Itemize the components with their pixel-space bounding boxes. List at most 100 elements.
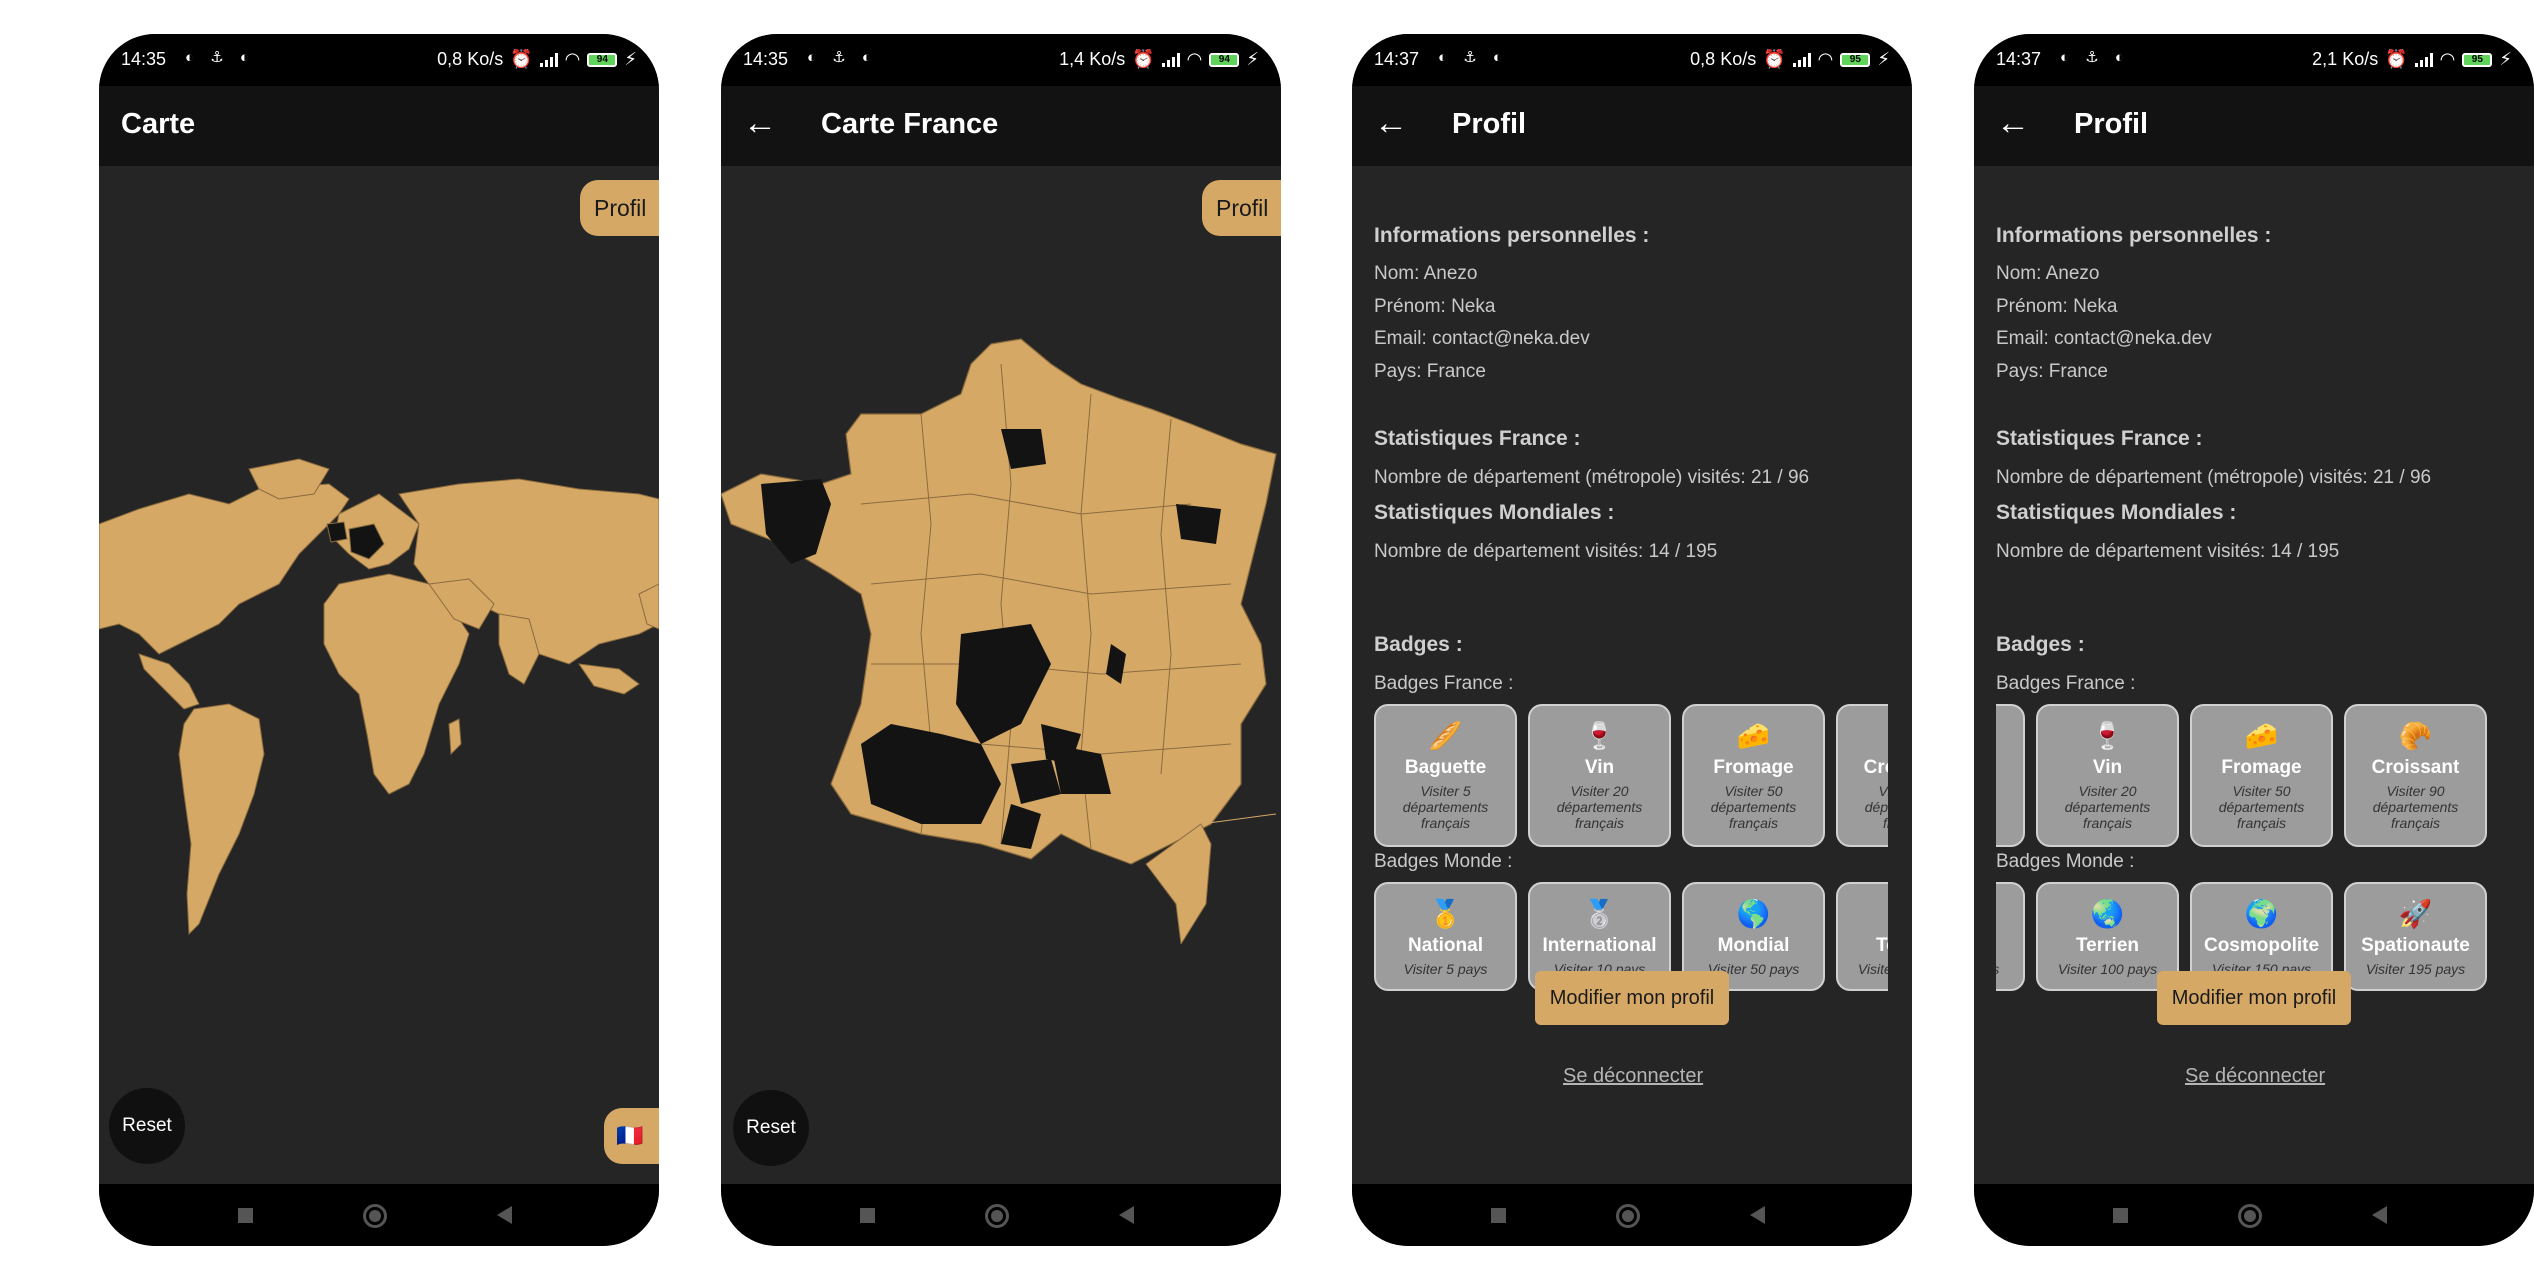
badge-name: Baguette xyxy=(1996,757,2023,779)
globe-americas-icon: 🌎 xyxy=(1736,899,1771,929)
system-nav-bar xyxy=(1974,1184,2534,1246)
badge-card[interactable]: 🌎 Mondial Visiter 50 pays xyxy=(1996,882,2025,991)
badge-name: Terrien xyxy=(2075,935,2139,956)
badges-france-carousel[interactable]: 🥖 Baguette Visiter 5 départements frança… xyxy=(1996,704,2510,849)
home-icon[interactable] xyxy=(2238,1204,2262,1228)
network-speed: 0,8 Ko/s xyxy=(437,49,504,69)
world-map[interactable] xyxy=(99,454,659,954)
badge-card[interactable]: 🧀 Fromage Visiter 50 départements frança… xyxy=(2190,704,2333,847)
profile-button[interactable]: Profil xyxy=(1202,180,1281,236)
back-arrow-icon[interactable]: ← xyxy=(743,104,777,143)
badge-card[interactable]: 🌏 Terrien Visiter 100 pays xyxy=(1836,882,1888,991)
badge-card[interactable]: 🥇 National Visiter 5 pays xyxy=(1374,882,1517,991)
badge-desc: Visiter 20 départements français xyxy=(2064,783,2151,831)
badge-name: Vin xyxy=(1584,757,1615,778)
back-arrow-icon[interactable]: ← xyxy=(1374,104,1408,143)
globe-americas-icon: 🌎 xyxy=(1996,898,2023,930)
stats-world-heading: Statistiques Mondiales : xyxy=(1996,501,2237,524)
badges-france-label: Badges France : xyxy=(1996,673,2136,694)
phone-france-map: 14:35 ◐ ⚓ ◐ 1,4 Ko/s ⏰ ◠ 94 ⚡ ← Carte Fr… xyxy=(721,34,1281,1246)
badge-card[interactable]: 🥐 Croissant Visiter 90 départements fran… xyxy=(1836,704,1888,847)
stats-world-text: Nombre de département visités: 14 / 195 xyxy=(1996,541,2340,562)
badge-name: Croissant xyxy=(2371,757,2460,778)
wifi-icon: ◠ xyxy=(1186,49,1203,69)
status-time: 14:37 xyxy=(1374,49,1420,69)
email-text: Email: contact@neka.dev xyxy=(1996,328,2212,349)
profile-button[interactable]: Profil xyxy=(580,180,659,236)
badge-name: Mondial xyxy=(1996,935,2023,957)
edit-profile-button[interactable]: Modifier mon profil xyxy=(1535,971,1729,1025)
badges-france-carousel[interactable]: 🥖 Baguette Visiter 5 départements frança… xyxy=(1374,704,1888,849)
badges-heading: Badges : xyxy=(1996,633,2085,656)
baguette-icon: 🥖 xyxy=(1996,720,2023,752)
nom-text: Nom: Anezo xyxy=(1374,263,1478,284)
notification-icons: ◐ ⚓ ◐ xyxy=(807,49,877,66)
home-icon[interactable] xyxy=(363,1204,387,1228)
charging-icon: ⚡ xyxy=(1246,49,1259,69)
badge-card[interactable]: 🥐 Croissant Visiter 90 départements fran… xyxy=(2344,704,2487,847)
logout-link[interactable]: Se déconnecter xyxy=(2185,1065,2325,1088)
badge-desc: Visiter 100 pays xyxy=(1857,961,1888,977)
badge-desc: Visiter 5 départements français xyxy=(1402,783,1489,831)
recents-icon[interactable] xyxy=(1491,1208,1506,1223)
signal-icon xyxy=(2414,52,2433,67)
croissant-icon: 🥐 xyxy=(2398,721,2433,751)
badge-desc: Visiter 50 départements français xyxy=(2218,783,2305,831)
back-triangle-icon[interactable] xyxy=(2372,1206,2387,1224)
badge-desc: Visiter 5 départements français xyxy=(1996,783,2017,831)
alarm-icon: ⏰ xyxy=(1132,49,1155,69)
back-triangle-icon[interactable] xyxy=(497,1206,512,1224)
recents-icon[interactable] xyxy=(238,1208,253,1223)
badge-card[interactable]: 🚀 Spationaute Visiter 195 pays xyxy=(2344,882,2487,991)
silver-medal-icon: 🥈 xyxy=(1582,899,1617,929)
home-icon[interactable] xyxy=(1616,1204,1640,1228)
battery-icon: 95 xyxy=(2462,52,2493,67)
personal-info-heading: Informations personnelles : xyxy=(1374,224,1650,247)
badge-card[interactable]: 🧀 Fromage Visiter 50 départements frança… xyxy=(1682,704,1825,847)
pays-text: Pays: France xyxy=(1374,361,1486,382)
back-arrow-icon[interactable]: ← xyxy=(1996,104,2030,143)
notification-icons: ◐ ⚓ ◐ xyxy=(1438,49,1508,66)
back-triangle-icon[interactable] xyxy=(1750,1206,1765,1224)
nom-text: Nom: Anezo xyxy=(1996,263,2100,284)
badge-card[interactable]: 🍷 Vin Visiter 20 départements français xyxy=(1528,704,1671,847)
phone-profile: 14:37 ◐ ⚓ ◐ 0,8 Ko/s ⏰ ◠ 95 ⚡ ← Profil I… xyxy=(1352,34,1912,1246)
alarm-icon: ⏰ xyxy=(1763,49,1786,69)
recents-icon[interactable] xyxy=(2113,1208,2128,1223)
phone-profile-scrolled: 14:37 ◐ ⚓ ◐ 2,1 Ko/s ⏰ ◠ 95 ⚡ ← Profil I… xyxy=(1974,34,2534,1246)
status-time: 14:35 xyxy=(743,49,789,69)
battery-icon: 94 xyxy=(1209,52,1240,67)
stats-france-text: Nombre de département (métropole) visité… xyxy=(1996,467,2432,488)
badges-heading: Badges : xyxy=(1374,633,1463,656)
croissant-icon: 🥐 xyxy=(1838,720,1888,752)
france-flag-button[interactable]: 🇫🇷 xyxy=(604,1108,659,1164)
badge-card[interactable]: 🍷 Vin Visiter 20 départements français xyxy=(2036,704,2179,847)
app-bar: ← Profil xyxy=(1974,86,2534,166)
badges-world-label: Badges Monde : xyxy=(1996,851,2135,872)
prenom-text: Prénom: Neka xyxy=(1996,296,2118,317)
back-triangle-icon[interactable] xyxy=(1119,1206,1134,1224)
badge-name: Vin xyxy=(2092,757,2123,778)
badge-desc: Visiter 50 pays xyxy=(1996,961,2017,977)
reset-button[interactable]: Reset xyxy=(733,1090,809,1166)
home-icon[interactable] xyxy=(985,1204,1009,1228)
stats-france-heading: Statistiques France : xyxy=(1374,427,1581,450)
badge-desc: Visiter 90 départements français xyxy=(1864,783,1888,831)
edit-profile-button[interactable]: Modifier mon profil xyxy=(2157,971,2351,1025)
prenom-text: Prénom: Neka xyxy=(1374,296,1496,317)
recents-icon[interactable] xyxy=(860,1208,875,1223)
reset-button[interactable]: Reset xyxy=(109,1088,185,1164)
badge-card[interactable]: 🥖 Baguette Visiter 5 départements frança… xyxy=(1374,704,1517,847)
logout-link[interactable]: Se déconnecter xyxy=(1563,1065,1703,1088)
badge-name: National xyxy=(1408,935,1483,956)
rocket-icon: 🚀 xyxy=(2398,899,2433,929)
france-map[interactable] xyxy=(721,304,1281,944)
personal-info-heading: Informations personnelles : xyxy=(1996,224,2272,247)
status-bar: 14:35 ◐ ⚓ ◐ 0,8 Ko/s ⏰ ◠ 94 ⚡ xyxy=(99,34,659,86)
badge-card[interactable]: 🥖 Baguette Visiter 5 départements frança… xyxy=(1996,704,2025,847)
stats-france-heading: Statistiques France : xyxy=(1996,427,2203,450)
signal-icon xyxy=(1792,52,1811,67)
app-bar: ← Carte France xyxy=(721,86,1281,166)
alarm-icon: ⏰ xyxy=(2385,49,2408,69)
app-bar: Carte xyxy=(99,86,659,166)
